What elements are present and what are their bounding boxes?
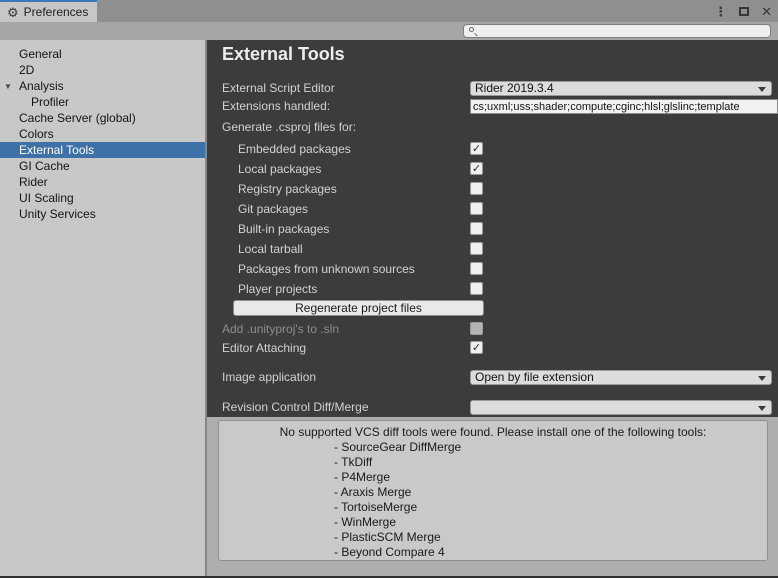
chevron-down-icon	[758, 406, 766, 411]
window-menu-icon[interactable]: ⋮	[714, 5, 727, 18]
vcs-tool-item: - TortoiseMerge	[219, 500, 767, 515]
sidebar-item-colors[interactable]: Colors	[0, 126, 205, 142]
checkbox-git-packages[interactable]	[470, 202, 483, 215]
sidebar-item-unity-services[interactable]: Unity Services	[0, 206, 205, 222]
sidebar-item-2d[interactable]: 2D	[0, 62, 205, 78]
search-icon-handle	[474, 33, 478, 37]
extensions-handled-input[interactable]	[470, 99, 778, 114]
vcs-help-intro: No supported VCS diff tools were found. …	[219, 425, 767, 440]
label-player-projects: Player projects	[238, 281, 317, 297]
label-builtin-packages: Built-in packages	[238, 221, 329, 237]
checkbox-add-unityproj	[470, 322, 483, 335]
sidebar-item-cache-server[interactable]: Cache Server (global)	[0, 110, 205, 126]
label-image-application: Image application	[222, 369, 316, 385]
label-local-packages: Local packages	[238, 161, 321, 177]
sidebar-item-ui-scaling[interactable]: UI Scaling	[0, 190, 205, 206]
vcs-tool-item: - TkDiff	[219, 455, 767, 470]
tab-preferences[interactable]: ⚙ Preferences	[0, 0, 97, 22]
sidebar-item-label: Analysis	[19, 79, 64, 93]
tab-title: Preferences	[24, 5, 89, 19]
search-input[interactable]	[481, 25, 770, 37]
checkbox-unknown-sources[interactable]	[470, 262, 483, 275]
label-extensions-handled: Extensions handled:	[222, 98, 330, 114]
checkbox-builtin-packages[interactable]	[470, 222, 483, 235]
sidebar: General 2D ▼ Analysis Profiler Cache Serv…	[0, 40, 205, 578]
image-application-dropdown[interactable]: Open by file extension	[470, 370, 772, 385]
gear-icon: ⚙	[7, 6, 19, 19]
chevron-down-icon	[758, 87, 766, 92]
checkbox-editor-attaching[interactable]: ✓	[470, 341, 483, 354]
preferences-window: ⚙ Preferences ⋮ ✕ General 2D ▼ Analysis P…	[0, 0, 778, 578]
close-icon[interactable]: ✕	[761, 5, 772, 18]
page-title: External Tools	[222, 44, 345, 65]
image-application-value: Open by file extension	[475, 370, 594, 384]
sidebar-item-analysis[interactable]: ▼ Analysis	[0, 78, 205, 94]
regenerate-project-files-button[interactable]: Regenerate project files	[233, 300, 484, 316]
sidebar-item-general[interactable]: General	[0, 46, 205, 62]
vcs-tool-item: - Araxis Merge	[219, 485, 767, 500]
label-git-packages: Git packages	[238, 201, 308, 217]
script-editor-value: Rider 2019.3.4	[475, 81, 554, 95]
revision-control-dropdown[interactable]	[470, 400, 772, 415]
label-editor-attaching: Editor Attaching	[222, 340, 306, 356]
window-controls: ⋮ ✕	[714, 0, 772, 22]
title-bar: ⚙ Preferences ⋮ ✕	[0, 0, 778, 22]
search-box[interactable]	[463, 24, 771, 38]
foldout-icon[interactable]: ▼	[4, 79, 12, 95]
label-generate-csproj: Generate .csproj files for:	[222, 119, 356, 135]
label-revision-control: Revision Control Diff/Merge	[222, 399, 369, 415]
checkbox-player-projects[interactable]	[470, 282, 483, 295]
checkbox-embedded-packages[interactable]: ✓	[470, 142, 483, 155]
label-unknown-sources: Packages from unknown sources	[238, 261, 415, 277]
toolbar	[0, 22, 778, 40]
checkbox-registry-packages[interactable]	[470, 182, 483, 195]
label-add-unityproj: Add .unityproj's to .sln	[222, 321, 339, 337]
label-registry-packages: Registry packages	[238, 181, 337, 197]
label-external-script-editor: External Script Editor	[222, 80, 335, 96]
sidebar-item-profiler[interactable]: Profiler	[0, 94, 205, 110]
chevron-down-icon	[758, 376, 766, 381]
sidebar-item-external-tools[interactable]: External Tools	[0, 142, 205, 158]
checkbox-local-packages[interactable]: ✓	[470, 162, 483, 175]
maximize-icon[interactable]	[739, 7, 749, 16]
sidebar-item-gi-cache[interactable]: GI Cache	[0, 158, 205, 174]
search-icon-circle	[469, 27, 474, 32]
label-embedded-packages: Embedded packages	[238, 141, 351, 157]
vcs-help-box: No supported VCS diff tools were found. …	[218, 420, 768, 561]
label-local-tarball: Local tarball	[238, 241, 303, 257]
search-icon	[469, 27, 478, 36]
vcs-tool-item: - Beyond Compare 4	[219, 545, 767, 560]
vcs-tool-item: - SourceGear DiffMerge	[219, 440, 767, 455]
vcs-tool-item: - PlasticSCM Merge	[219, 530, 767, 545]
checkbox-local-tarball[interactable]	[470, 242, 483, 255]
vcs-tool-item: - WinMerge	[219, 515, 767, 530]
sidebar-item-rider[interactable]: Rider	[0, 174, 205, 190]
vcs-tool-item: - P4Merge	[219, 470, 767, 485]
script-editor-dropdown[interactable]: Rider 2019.3.4	[470, 81, 772, 96]
